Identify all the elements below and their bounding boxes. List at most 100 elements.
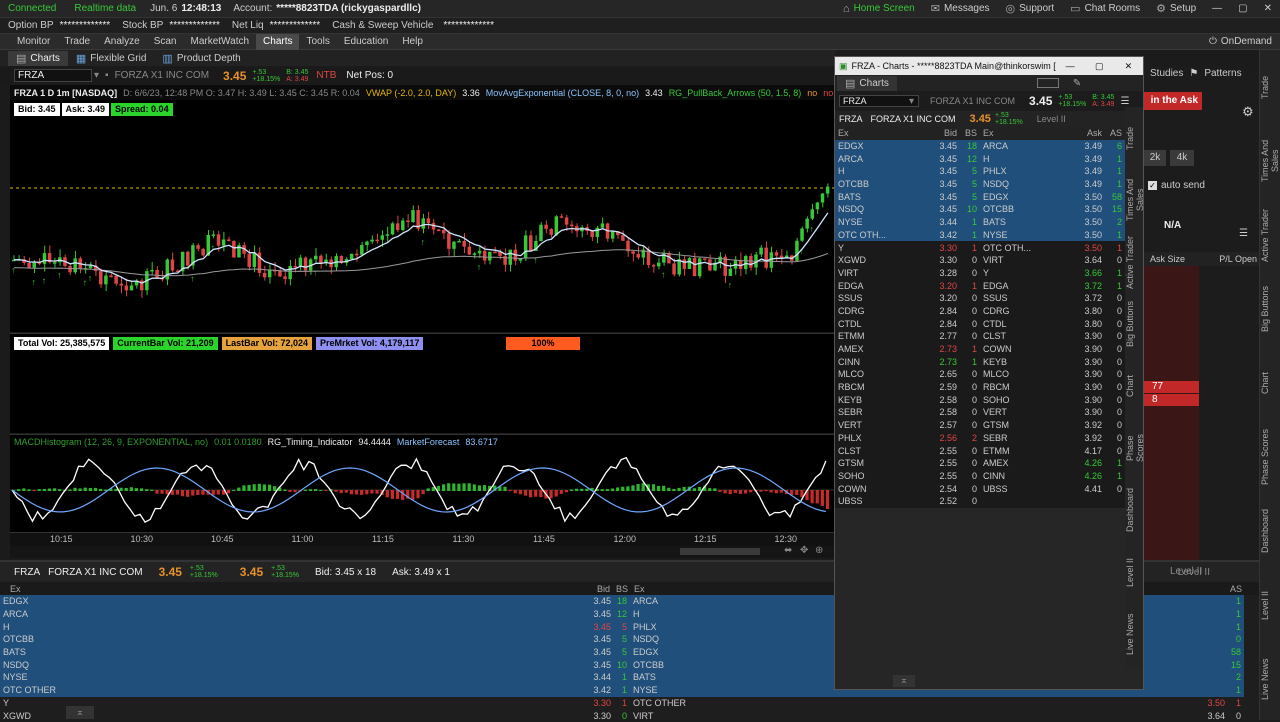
popup-ask-row[interactable]: GTSM 3.92 0 (980, 419, 1125, 432)
popup-ask-row[interactable]: OTC OTH... 3.50 1 (980, 241, 1125, 254)
popup-tab-live-news[interactable]: Live News (1125, 603, 1135, 665)
popup-ask-row[interactable]: CLST 3.90 0 (980, 330, 1125, 343)
popup-titlebar[interactable]: ▣ FRZA - Charts - *****8823TDA Main@thin… (835, 57, 1143, 75)
side-tab-trade[interactable]: Trade (1260, 50, 1270, 124)
popup-bid-row[interactable]: Y 3.30 1 (835, 241, 980, 254)
settings-gear-icon[interactable]: ⚙ (1242, 104, 1254, 120)
popup-tab-chart[interactable]: Chart (1125, 355, 1135, 417)
popup-bid-row[interactable]: CDRG 2.84 0 (835, 305, 980, 318)
popup-ask-header-as[interactable]: AS (1105, 127, 1125, 140)
menu-help[interactable]: Help (395, 34, 430, 50)
popup-symbol-dropdown-icon[interactable]: ▾ (909, 96, 914, 107)
popup-ask-row[interactable]: SSUS 3.72 0 (980, 292, 1125, 305)
bottom-bs-header[interactable]: BS (616, 584, 630, 594)
bottom-bid-header[interactable]: Bid (400, 584, 616, 594)
popup-bid-row[interactable]: ETMM 2.77 0 (835, 330, 980, 343)
popup-ask-row[interactable]: PHLX 3.49 1 (980, 165, 1125, 178)
popup-bid-row[interactable]: KEYB 2.58 0 (835, 393, 980, 406)
popup-ask-header-ex[interactable]: Ex (980, 127, 1040, 140)
menu-analyze[interactable]: Analyze (97, 34, 147, 50)
popup-tab-active-trader[interactable]: Active Trader (1125, 231, 1135, 293)
popup-tab-dashboard[interactable]: Dashboard (1125, 479, 1135, 541)
popup-ask-row[interactable]: CDRG 3.80 0 (980, 305, 1125, 318)
link-icon[interactable]: ▪ (105, 70, 109, 81)
menu-trade[interactable]: Trade (57, 34, 97, 50)
popup-ask-row[interactable]: VERT 3.90 0 (980, 406, 1125, 419)
chart-scrollbar[interactable]: ⬌ ✥ ⊕ (10, 545, 835, 558)
price-chart[interactable]: Bid: 3.45 Ask: 3.49 Spread: 0.04 ↑ ↑ ↑ ↑ ↑ ↑ ↑… (10, 100, 835, 332)
popup-ask-row[interactable]: AMEX 4.26 1 (980, 457, 1125, 470)
menu-lines-icon[interactable]: ☰ (1239, 228, 1248, 239)
popup-bid-row[interactable]: EDGA 3.20 1 (835, 279, 980, 292)
side-tab-times-and-sales[interactable]: Times And Sales (1260, 124, 1280, 198)
side-tab-live-news[interactable]: Live News (1260, 642, 1270, 716)
menu-marketwatch[interactable]: MarketWatch (184, 34, 257, 50)
bottom-bid-row[interactable]: EDGX 3.45 18 (0, 595, 630, 608)
menu-charts[interactable]: Charts (256, 33, 300, 50)
zoom-icon[interactable]: ⊕ (815, 545, 823, 556)
oscillator-chart[interactable] (10, 448, 835, 532)
popup-tab-times-and-sales[interactable]: Times And Sales (1125, 169, 1145, 231)
auto-send-toggle[interactable]: ✓ auto send (1148, 180, 1205, 191)
popup-bid-header-bs[interactable]: BS (960, 127, 980, 140)
popup-bid-row[interactable]: MLCO 2.65 0 (835, 368, 980, 381)
symbol-input[interactable]: FRZA (14, 69, 92, 82)
popup-ask-row[interactable]: CINN 4.26 1 (980, 470, 1125, 483)
support-button[interactable]: ◎ Support (998, 0, 1063, 18)
popup-ask-row[interactable]: H 3.49 1 (980, 152, 1125, 166)
popup-bid-row[interactable]: UBSS 2.52 0 (835, 495, 980, 508)
bottom-ask-row[interactable]: OTC OTHER 3.50 1 (630, 697, 1244, 710)
popup-maximize-button[interactable]: ▢ (1085, 61, 1114, 72)
popup-ask-row[interactable]: SOHO 3.90 0 (980, 393, 1125, 406)
qty-2k-button[interactable]: 2k (1144, 150, 1166, 166)
popup-ask-row[interactable]: KEYB 3.90 0 (980, 355, 1125, 368)
popup-bid-row[interactable]: BATS 3.45 5 (835, 190, 980, 204)
bottom-bid-row[interactable]: Y 3.30 1 (0, 697, 630, 710)
maximize-button[interactable]: ▢ (1230, 0, 1255, 18)
popup-close-button[interactable]: ✕ (1114, 61, 1143, 72)
popup-link-box[interactable] (1036, 78, 1059, 88)
popup-ask-row[interactable]: EDGX 3.50 58 (980, 190, 1125, 204)
chat-rooms-button[interactable]: ▭ Chat Rooms (1062, 0, 1148, 18)
popup-ask-row[interactable]: SEBR 3.92 0 (980, 432, 1125, 445)
bottom-bid-row[interactable]: NSDQ 3.45 10 (0, 658, 630, 672)
menu-education[interactable]: Education (337, 34, 395, 50)
bottom-bid-row[interactable]: ARCA 3.45 12 (0, 607, 630, 621)
popup-bid-row[interactable]: OTC OTH... 3.42 1 (835, 228, 980, 242)
macd-study[interactable]: MACDHistogram (12, 26, 9, EXPONENTIAL, n… (14, 437, 208, 447)
pl-open-header[interactable]: P/L Open (1219, 254, 1257, 264)
popup-bid-row[interactable]: CTDL 2.84 0 (835, 317, 980, 330)
popup-bid-row[interactable]: VERT 2.57 0 (835, 419, 980, 432)
popup-bid-row[interactable]: RBCM 2.59 0 (835, 381, 980, 394)
buy-ask-button[interactable]: in the Ask (1144, 92, 1202, 110)
popup-bid-header-bid[interactable]: Bid (895, 127, 960, 140)
pullback-study[interactable]: RG_PullBack_Arrows (50, 1.5, 8) (669, 88, 802, 98)
side-tab-active-trader[interactable]: Active Trader (1260, 198, 1270, 272)
popup-ask-row[interactable]: MLCO 3.90 0 (980, 368, 1125, 381)
scroll-thumb[interactable] (680, 548, 760, 555)
popup-charts-tab[interactable]: ▤ Charts (837, 75, 897, 91)
popup-ask-row[interactable]: RBCM 3.90 0 (980, 381, 1125, 394)
bottom-bid-row[interactable]: NYSE 3.44 1 (0, 671, 630, 684)
bottom-bid-row[interactable]: H 3.45 5 (0, 620, 630, 634)
popup-ask-row[interactable]: ARCA 3.49 6 (980, 139, 1125, 153)
popup-ask-row[interactable]: VIRT 3.64 0 (980, 254, 1125, 267)
pan-icon[interactable]: ⬌ (784, 545, 792, 556)
move-icon[interactable]: ✥ (800, 545, 808, 556)
menu-scan[interactable]: Scan (147, 34, 184, 50)
popup-bid-row[interactable]: SSUS 3.20 0 (835, 292, 980, 305)
popup-bid-row[interactable]: H 3.45 5 (835, 165, 980, 178)
setup-button[interactable]: ⚙ Setup (1148, 0, 1204, 18)
side-tab-level-ii[interactable]: Level II (1260, 568, 1270, 642)
popup-bid-row[interactable]: GTSM 2.55 0 (835, 457, 980, 470)
popup-ask-row[interactable]: OTCBB 3.50 15 (980, 203, 1125, 216)
popup-ask-row[interactable]: COWN 3.90 0 (980, 343, 1125, 356)
popup-bid-row[interactable]: PHLX 2.56 2 (835, 432, 980, 445)
menu-monitor[interactable]: Monitor (10, 34, 57, 50)
collapse-icon[interactable]: ⌅ (66, 706, 94, 719)
popup-ask-row[interactable]: Y 3.66 1 (980, 267, 1125, 280)
popup-bid-row[interactable]: VIRT 3.28 0 (835, 267, 980, 280)
messages-button[interactable]: ✉ Messages (923, 0, 998, 18)
popup-tab-phase-scores[interactable]: Phase Scores (1125, 417, 1145, 479)
popup-collapse-icon[interactable]: ⌅ (893, 675, 915, 687)
